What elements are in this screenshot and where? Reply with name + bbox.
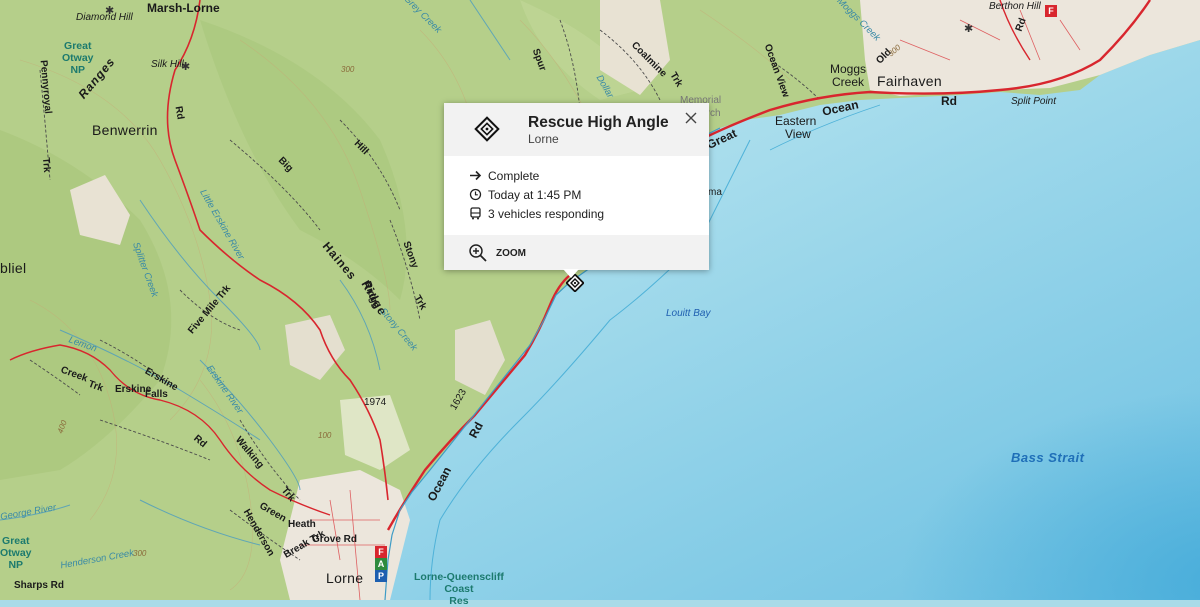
reserve-label: Lorne-Queenscliff Coast Res	[414, 571, 504, 607]
road-label: Marsh-Lorne	[147, 1, 220, 15]
summit-marker: ✱	[964, 23, 973, 35]
park-label-line: Otway	[62, 52, 94, 64]
locality-label: Berthon Hill	[989, 1, 1041, 12]
road-label: Erskine	[115, 384, 152, 395]
contour-label: 300	[133, 549, 147, 558]
clock-icon	[469, 188, 482, 201]
park-label: Great Otway NP	[62, 40, 94, 76]
road-label: Rd	[941, 94, 957, 108]
park-label-line: NP	[70, 64, 86, 76]
fire-station-badge[interactable]: F	[375, 546, 387, 558]
deep-sea	[600, 250, 1200, 600]
topographic-map[interactable]: ✱ ✱ ✱ Diamond Hill Marsh-Lorne Silk Hill…	[0, 0, 1200, 607]
water-label: Louitt Bay	[666, 308, 711, 319]
zoom-in-icon	[469, 244, 487, 262]
park-label: Great Otway NP	[0, 535, 32, 571]
town-label: bliel	[0, 260, 27, 276]
zoom-label: ZOOM	[496, 248, 526, 259]
close-icon[interactable]	[684, 111, 698, 125]
town-label: Creek	[832, 75, 865, 89]
town-label: Moggs	[830, 62, 867, 76]
zoom-button[interactable]: ZOOM	[468, 243, 548, 263]
reserve-label-line: Coast	[444, 583, 474, 595]
popup-title: Rescue High Angle	[528, 114, 669, 131]
locality-label: Diamond Hill	[76, 12, 133, 23]
time-text: Today at 1:45 PM	[488, 188, 582, 202]
fire-station-badge[interactable]: F	[1045, 5, 1057, 17]
water-label: Bass Strait	[1011, 450, 1085, 465]
popup-header: Rescue High Angle Lorne	[444, 103, 709, 156]
place-label: ma	[708, 187, 722, 198]
road-label: Sharps Rd	[14, 580, 65, 591]
police-badge[interactable]: P	[375, 570, 387, 582]
town-label: Benwerrin	[92, 122, 158, 138]
town-label: View	[785, 127, 811, 141]
road-label: Heath	[288, 519, 316, 530]
town-label: Lorne	[326, 570, 364, 586]
reserve-label-line: Lorne-Queenscliff	[414, 571, 504, 583]
popup-pointer	[563, 269, 579, 278]
park-label-line: Otway	[0, 547, 32, 559]
popup-footer: ZOOM	[444, 235, 709, 270]
contour-label: 300	[341, 65, 355, 74]
spot-height-label: 1974	[364, 397, 387, 408]
incident-diamond-icon	[474, 116, 500, 142]
reserve-label-line: Res	[449, 595, 469, 607]
park-label-line: NP	[8, 559, 24, 571]
arrow-right-icon	[470, 170, 482, 181]
bus-icon	[470, 207, 481, 220]
town-label: Fairhaven	[877, 73, 942, 89]
status-text: Complete	[488, 169, 540, 183]
road-label: Rd	[172, 105, 186, 121]
park-label-line: Great	[64, 40, 92, 52]
contour-label: 100	[318, 431, 332, 440]
locality-label: Silk Hill	[151, 59, 184, 70]
ambulance-badge[interactable]: A	[375, 558, 387, 570]
park-label-line: Great	[2, 535, 30, 547]
town-label: Eastern	[775, 114, 817, 128]
locality-label: Split Point	[1011, 96, 1057, 107]
incident-popup: Rescue High Angle Lorne Complete Today a…	[444, 103, 709, 270]
popup-subtitle: Lorne	[528, 132, 559, 146]
vehicles-text: 3 vehicles responding	[488, 207, 605, 221]
road-label: Trk	[39, 156, 53, 173]
